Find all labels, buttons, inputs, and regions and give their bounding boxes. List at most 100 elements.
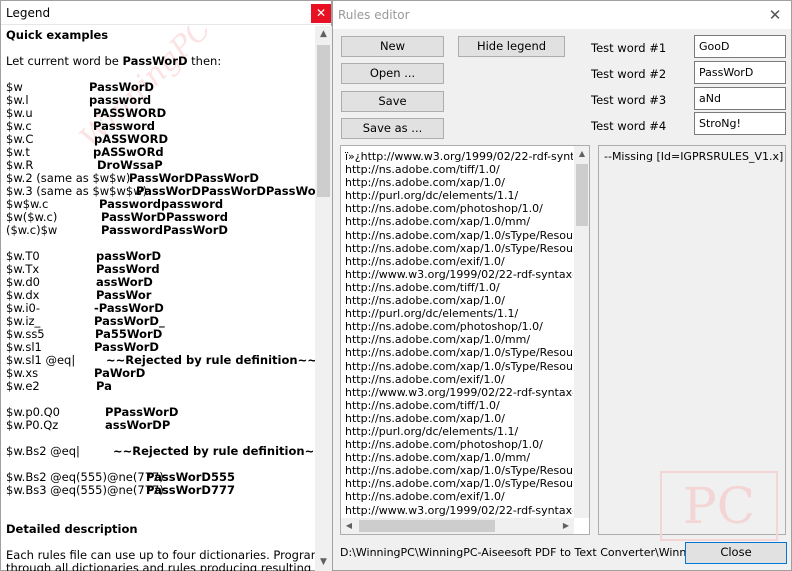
rule-example-result: ~~Rejected by rule definition~~ — [106, 353, 316, 367]
test-word-3-input[interactable] — [694, 87, 786, 110]
rule-example-result: DroWssaP — [97, 158, 163, 172]
rule-line[interactable]: http://ns.adobe.com/xap/1.0/sType/Resour… — [345, 229, 573, 242]
rule-line[interactable]: http://ns.adobe.com/tiff/1.0/ — [345, 163, 573, 176]
rule-line[interactable]: http://ns.adobe.com/exif/1.0/ — [345, 373, 573, 386]
intro-suffix: then: — [187, 54, 222, 68]
rule-example-result: -PassWorD — [94, 301, 164, 315]
rule-example-result: pASSWORD — [94, 132, 169, 146]
rule-line[interactable]: http://ns.adobe.com/photoshop/1.0/ — [345, 320, 573, 333]
rule-example-key: $w.d0 — [6, 275, 40, 289]
rules-lines[interactable]: ï»¿http://www.w3.org/1999/02/22-rdf-synt… — [345, 150, 573, 518]
scroll-left-arrow-icon[interactable]: ◀ — [341, 518, 357, 534]
rule-example-result: assWorD — [96, 275, 153, 289]
rule-example-key: $w.T0 — [6, 249, 40, 263]
rule-example-result: Pa — [96, 379, 112, 393]
rule-example-result: password — [89, 93, 152, 107]
rule-line[interactable]: http://ns.adobe.com/tiff/1.0/ — [345, 399, 573, 412]
rule-line[interactable]: http://ns.adobe.com/xap/1.0/ — [345, 412, 573, 425]
test-word-2-input[interactable] — [694, 61, 786, 84]
rule-example-key: $w.Bs2 @eq| — [6, 444, 80, 458]
rule-example-result: PASSWORD — [93, 106, 167, 120]
rule-example-result: PassWorD — [94, 340, 159, 354]
rules-horizontal-scroll-thumb[interactable] — [359, 520, 495, 532]
rule-example-key: $w.i0- — [6, 301, 40, 315]
legend-intro: Let current word be PassWorD then: — [6, 54, 221, 68]
rule-line[interactable]: ï»¿http://www.w3.org/1999/02/22-rdf-synt… — [345, 150, 573, 163]
scroll-up-arrow-icon[interactable]: ▲ — [574, 146, 589, 162]
file-path-status: D:\WinningPC\WinningPC-Aiseesoft PDF to … — [340, 546, 685, 559]
rule-example-key: $w.xs — [6, 366, 39, 380]
rule-example-key: $w.p0.Q0 — [6, 405, 60, 419]
close-button[interactable]: Close — [685, 542, 787, 564]
rule-example-result: PassWor — [96, 288, 152, 302]
legend-content: WinningPC Quick examples Let current wor… — [1, 26, 316, 571]
rule-example-key: $w.C — [6, 132, 34, 146]
rule-line[interactable]: http://ns.adobe.com/xap/1.0/mm/ — [345, 333, 573, 346]
scroll-right-arrow-icon[interactable]: ▶ — [558, 518, 574, 534]
rule-line[interactable]: http://purl.org/dc/elements/1.1/ — [345, 307, 573, 320]
rule-example-key: $w.sl1 @eq| — [6, 353, 76, 367]
rule-example-key: $w.dx — [6, 288, 40, 302]
editor-close-button[interactable]: ✕ — [765, 5, 785, 25]
rule-line[interactable]: http://ns.adobe.com/xap/1.0/sType/Resour… — [345, 477, 573, 490]
rule-example-key: $w.Tx — [6, 262, 40, 276]
rule-example-key: $w.t — [6, 145, 30, 159]
rule-example-key: $w — [6, 80, 23, 94]
rule-example-result: PassWorDPassWorDPassWorD — [136, 184, 316, 198]
rule-example-result: Passwordpassword — [99, 197, 224, 211]
rule-line[interactable]: http://ns.adobe.com/xap/1.0/ — [345, 294, 573, 307]
save-as-button[interactable]: Save as ... — [341, 118, 444, 139]
rule-line[interactable]: http://ns.adobe.com/xap/1.0/sType/Resour… — [345, 464, 573, 477]
scroll-up-arrow-icon[interactable]: ▲ — [315, 26, 332, 43]
rule-line[interactable]: http://ns.adobe.com/exif/1.0/ — [345, 255, 573, 268]
detailed-line-1: Each rules file can use up to four dicti… — [6, 548, 316, 562]
rule-example-key: $w.l — [6, 93, 29, 107]
rule-example-result: PassWorDPassWorD — [129, 171, 259, 185]
rule-line[interactable]: http://ns.adobe.com/photoshop/1.0/ — [345, 202, 573, 215]
legend-scrollbar[interactable]: ▲ ▼ — [315, 26, 332, 571]
scroll-down-arrow-icon[interactable]: ▼ — [315, 554, 332, 571]
rule-example-key: $w.R — [6, 158, 34, 172]
rule-example-result: passWorD — [96, 249, 162, 263]
legend-scroll-thumb[interactable] — [317, 45, 330, 197]
rules-vertical-scroll-thumb[interactable] — [576, 164, 588, 226]
test-word-1-input[interactable] — [694, 35, 786, 58]
rule-line[interactable]: http://ns.adobe.com/tiff/1.0/ — [345, 281, 573, 294]
rule-example-key: $w.Bs3 @eq(555)@ne(777) — [6, 483, 164, 497]
rule-example-key: $w.3 (same as $w$w$w) — [6, 184, 148, 198]
rules-horizontal-scrollbar[interactable]: ◀ ▶ — [341, 518, 574, 534]
rule-line[interactable]: http://www.w3.org/1999/02/22-rdf-syntax-… — [345, 268, 573, 281]
rule-example-key: $w$w.c — [6, 197, 49, 211]
rule-line[interactable]: http://ns.adobe.com/exif/1.0/ — [345, 490, 573, 503]
rule-example-key: $w.u — [6, 106, 33, 120]
rule-example-result: PaWorD — [94, 366, 146, 380]
rule-line[interactable]: http://ns.adobe.com/xap/1.0/mm/ — [345, 451, 573, 464]
rules-vertical-scrollbar[interactable]: ▲ — [574, 146, 589, 518]
rule-example-result: PasswordPassWorD — [101, 223, 228, 237]
rule-line[interactable]: http://ns.adobe.com/xap/1.0/sType/Resour… — [345, 242, 573, 255]
rule-line[interactable]: http://ns.adobe.com/photoshop/1.0/ — [345, 438, 573, 451]
open-button[interactable]: Open ... — [341, 63, 444, 84]
save-button[interactable]: Save — [341, 91, 444, 112]
rule-line[interactable]: http://ns.adobe.com/xap/1.0/sType/Resour… — [345, 360, 573, 373]
rule-line[interactable]: http://purl.org/dc/elements/1.1/ — [345, 189, 573, 202]
rule-line[interactable]: http://purl.org/dc/elements/1.1/ — [345, 425, 573, 438]
rule-example-key: $w.e2 — [6, 379, 40, 393]
rules-editor-window: Rules editor ✕ New Hide legend Open ... … — [332, 0, 792, 571]
rule-example-key: $w.c — [6, 119, 32, 133]
rule-line[interactable]: http://ns.adobe.com/xap/1.0/ — [345, 176, 573, 189]
new-button[interactable]: New — [341, 36, 444, 57]
rule-line[interactable]: http://www.w3.org/1999/02/22-rdf-syntax-… — [345, 386, 573, 399]
watermark-logo: PC — [660, 471, 778, 541]
test-word-4-input[interactable] — [694, 112, 786, 135]
rule-example-result: PassWorDPassword — [101, 210, 228, 224]
editor-title: Rules editor — [338, 8, 410, 22]
legend-close-button[interactable]: ✕ — [311, 4, 331, 23]
rule-line[interactable]: http://www.w3.org/1999/02/22-rdf-syntax-… — [345, 504, 573, 517]
rule-example-result: ~~Rejected by rule definition~~ — [113, 444, 316, 458]
hide-legend-button[interactable]: Hide legend — [458, 36, 565, 57]
rule-example-result: PassWorD_ — [94, 314, 165, 328]
rule-line[interactable]: http://ns.adobe.com/xap/1.0/sType/Resour… — [345, 346, 573, 359]
rules-text-area[interactable]: ï»¿http://www.w3.org/1999/02/22-rdf-synt… — [340, 145, 590, 535]
rule-line[interactable]: http://ns.adobe.com/xap/1.0/mm/ — [345, 215, 573, 228]
